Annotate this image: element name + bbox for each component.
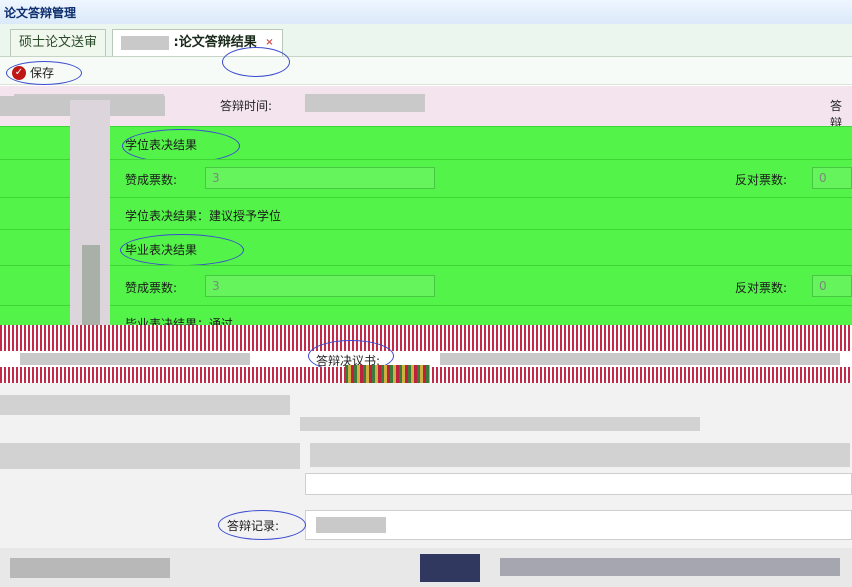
- save-button-label: 保存: [30, 66, 55, 80]
- graduation-vote-title: 毕业表决结果: [125, 243, 198, 257]
- graduation-vote-counts-row: 赞成票数: 3 反对票数: 0: [0, 265, 852, 305]
- tab-label: :论文答辩结果: [173, 35, 257, 50]
- graduation-vote-result-row: 毕业表决结果：通过: [0, 305, 852, 331]
- tab-label: 硕士论文送审: [19, 35, 98, 50]
- text-area[interactable]: [305, 473, 852, 495]
- blurred-field: [0, 395, 290, 415]
- tab-bar: 硕士论文送审 :论文答辩结果 ×: [0, 24, 852, 57]
- graduation-yes-label: 赞成票数:: [125, 281, 178, 295]
- degree-yes-input[interactable]: 3: [205, 167, 435, 189]
- blurred-field: [440, 353, 840, 365]
- degree-vote-result-row: 学位表决结果：建议授予学位: [0, 197, 852, 229]
- window-titlebar: 论文答辩管理: [0, 0, 852, 24]
- degree-vote-header: 学位表决结果: [0, 126, 852, 163]
- degree-no-input[interactable]: 0: [812, 167, 852, 189]
- blurred-field: [420, 554, 480, 582]
- degree-yes-label: 赞成票数:: [125, 173, 178, 187]
- blurred-field: [310, 443, 850, 467]
- graduation-vote-header: 毕业表决结果: [0, 229, 852, 266]
- record-input[interactable]: [305, 510, 852, 540]
- left-column-strip: [82, 245, 100, 335]
- blurred-field: [316, 517, 386, 533]
- record-label: 答辩记录:: [227, 519, 280, 533]
- blurred-field: [0, 443, 300, 469]
- tab-thesis-review[interactable]: 硕士论文送审: [10, 29, 107, 56]
- bottom-strip: [0, 548, 852, 587]
- defense-time-value[interactable]: [305, 94, 425, 112]
- degree-no-label: 反对票数:: [735, 173, 788, 187]
- window-title: 论文答辩管理: [4, 6, 77, 20]
- degree-result-text: 学位表决结果：建议授予学位: [125, 209, 282, 223]
- toolbar: ✓ 保存: [0, 47, 852, 85]
- degree-vote-title: 学位表决结果: [125, 138, 198, 152]
- tab-defense-result[interactable]: :论文答辩结果 ×: [112, 29, 283, 56]
- graduation-no-input[interactable]: 0: [812, 275, 852, 297]
- degree-vote-counts-row: 赞成票数: 3 反对票数: 0: [0, 159, 852, 197]
- graduation-yes-input[interactable]: 3: [205, 275, 435, 297]
- blurred-field: [10, 558, 170, 578]
- blurred-field: [300, 417, 700, 431]
- save-button[interactable]: ✓ 保存: [8, 63, 58, 83]
- graduation-no-label: 反对票数:: [735, 281, 788, 295]
- save-icon: ✓: [12, 66, 26, 80]
- blurred-field: [500, 558, 840, 576]
- close-icon[interactable]: ×: [265, 37, 273, 48]
- blurred-field: [20, 353, 250, 365]
- tab-blurred-prefix: [121, 35, 169, 50]
- striped-band: [0, 325, 852, 351]
- defense-time-label: 答辩时间:: [220, 99, 273, 113]
